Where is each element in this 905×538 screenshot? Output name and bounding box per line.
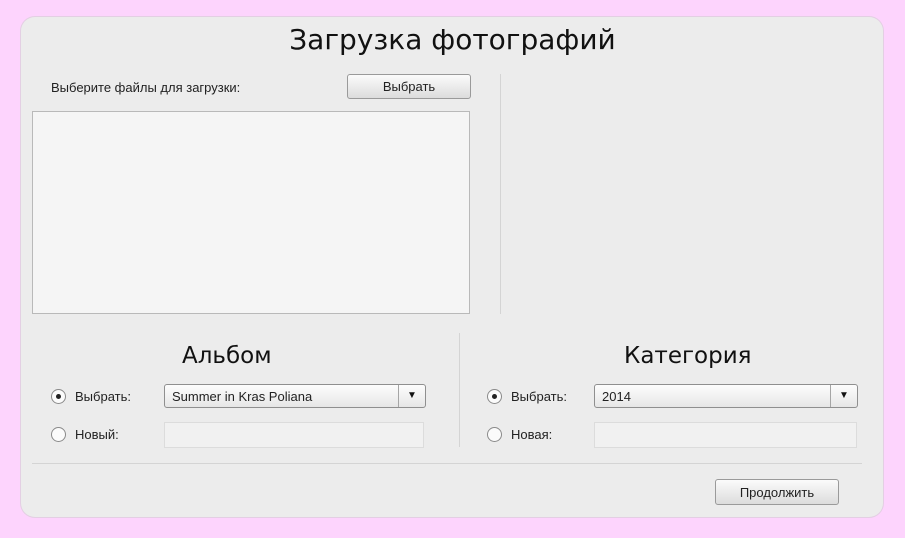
category-new-label: Новая: xyxy=(511,427,553,442)
vertical-divider-top xyxy=(500,74,501,314)
category-selected-value: 2014 xyxy=(602,389,631,404)
album-title: Альбом xyxy=(182,343,272,369)
album-select-label: Выбрать: xyxy=(75,389,131,404)
radio-selected-dot xyxy=(56,394,61,399)
album-new-radio[interactable] xyxy=(51,427,66,442)
vertical-divider-bottom xyxy=(459,333,460,447)
dropdown-arrow-icon: ▼ xyxy=(398,385,425,407)
file-list-box[interactable] xyxy=(32,111,470,314)
page-title: Загрузка фотографий xyxy=(289,23,616,56)
category-select-radio[interactable] xyxy=(487,389,502,404)
continue-button[interactable]: Продолжить xyxy=(715,479,839,505)
dropdown-arrow-icon: ▼ xyxy=(830,385,857,407)
category-new-input[interactable] xyxy=(594,422,857,448)
footer-divider xyxy=(32,463,862,464)
album-select-radio[interactable] xyxy=(51,389,66,404)
upload-prompt-label: Выберите файлы для загрузки: xyxy=(51,80,241,95)
category-title: Категория xyxy=(624,343,752,369)
radio-selected-dot xyxy=(492,394,497,399)
category-select-label: Выбрать: xyxy=(511,389,567,404)
category-new-radio[interactable] xyxy=(487,427,502,442)
choose-files-button[interactable]: Выбрать xyxy=(347,74,471,99)
album-select-dropdown[interactable]: Summer in Kras Poliana ▼ xyxy=(164,384,426,408)
album-new-input[interactable] xyxy=(164,422,424,448)
album-selected-value: Summer in Kras Poliana xyxy=(172,389,313,404)
album-new-label: Новый: xyxy=(75,427,119,442)
category-select-dropdown[interactable]: 2014 ▼ xyxy=(594,384,858,408)
